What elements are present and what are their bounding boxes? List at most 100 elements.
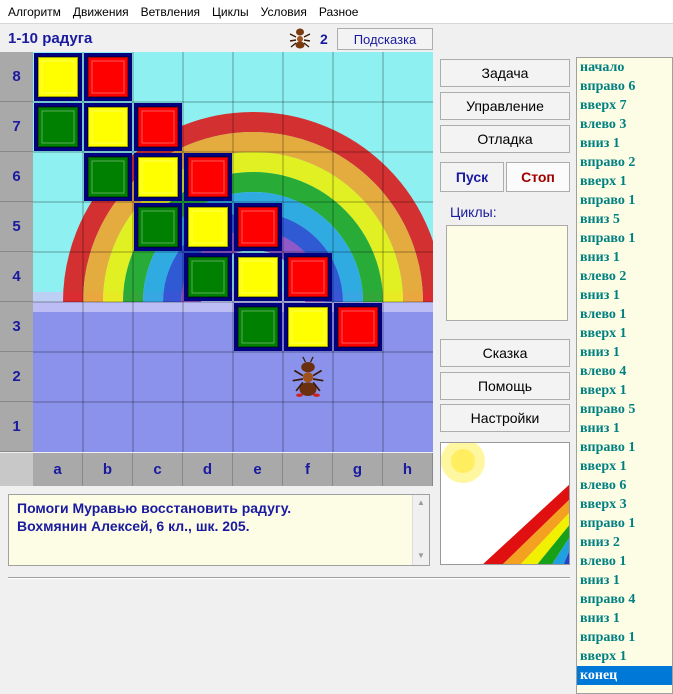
rainbow-preview-drawing: [441, 443, 569, 564]
menu-algorithm[interactable]: Алгоритм: [2, 0, 67, 24]
message-line: Помоги Муравью восстановить радугу.: [17, 500, 292, 516]
program-command[interactable]: вниз 1: [577, 134, 672, 153]
tile-red: [84, 53, 132, 101]
menu-bar: Алгоритм Движения Ветвления Циклы Услови…: [0, 0, 673, 24]
program-command[interactable]: влево 1: [577, 552, 672, 571]
program-command[interactable]: вниз 2: [577, 533, 672, 552]
program-command[interactable]: вправо 2: [577, 153, 672, 172]
tile-green: [184, 253, 232, 301]
program-command[interactable]: вниз 5: [577, 210, 672, 229]
rank-label: 7: [0, 102, 33, 152]
file-label: g: [333, 453, 383, 486]
program-command[interactable]: влево 3: [577, 115, 672, 134]
menu-conditions[interactable]: Условия: [255, 0, 313, 24]
scroll-up-icon[interactable]: ▲: [417, 498, 425, 507]
file-labels: a b c d e f g h: [33, 453, 433, 486]
rank-label: 2: [0, 352, 33, 402]
program-command[interactable]: вправо 1: [577, 229, 672, 248]
hint-button[interactable]: Подсказка: [337, 28, 433, 50]
task-button[interactable]: Задача: [440, 59, 570, 87]
program-command[interactable]: влево 2: [577, 267, 672, 286]
file-label: f: [283, 453, 333, 486]
menu-misc[interactable]: Разное: [313, 0, 365, 24]
menu-movements[interactable]: Движения: [67, 0, 135, 24]
program-command[interactable]: вверх 1: [577, 324, 672, 343]
program-command[interactable]: вправо 1: [577, 438, 672, 457]
program-command[interactable]: вверх 7: [577, 96, 672, 115]
program-command[interactable]: вниз 1: [577, 419, 672, 438]
ant-count: 2: [320, 31, 328, 47]
tile-red: [134, 103, 182, 151]
menu-cycles[interactable]: Циклы: [206, 0, 255, 24]
rainbow-preview-image: [440, 442, 570, 565]
program-command[interactable]: вправо 1: [577, 628, 672, 647]
task-title: 1-10 радуга: [8, 30, 93, 47]
file-label: d: [183, 453, 233, 486]
rank-label: 4: [0, 252, 33, 302]
tile-green: [234, 303, 282, 351]
message-scrollbar[interactable]: ▲ ▼: [412, 495, 429, 565]
program-command[interactable]: вправо 6: [577, 77, 672, 96]
stop-button[interactable]: Стоп: [506, 162, 570, 192]
program-command[interactable]: влево 4: [577, 362, 672, 381]
program-command[interactable]: вверх 1: [577, 381, 672, 400]
rank-labels: 8 7 6 5 4 3 2 1: [0, 52, 33, 452]
program-command[interactable]: влево 6: [577, 476, 672, 495]
cycles-label: Циклы:: [450, 204, 497, 220]
separator: [8, 577, 570, 579]
program-command[interactable]: вправо 1: [577, 191, 672, 210]
message-box[interactable]: Помоги Муравью восстановить радугу. Вохм…: [8, 494, 430, 566]
run-button[interactable]: Пуск: [440, 162, 504, 192]
program-list[interactable]: начало вправо 6 вверх 7 влево 3 вниз 1 вправо…: [576, 57, 673, 694]
tile-red: [334, 303, 382, 351]
rank-label: 5: [0, 202, 33, 252]
program-command[interactable]: конец: [577, 666, 672, 685]
tile-red: [184, 153, 232, 201]
tile-green: [134, 203, 182, 251]
cycles-box[interactable]: [446, 225, 568, 321]
file-label: e: [233, 453, 283, 486]
scroll-down-icon[interactable]: ▼: [417, 551, 425, 560]
ant-icon: [289, 28, 311, 49]
program-command[interactable]: вниз 1: [577, 571, 672, 590]
control-button[interactable]: Управление: [440, 92, 570, 120]
file-label: a: [33, 453, 83, 486]
game-field: 8 7 6 5 4 3 2 1 a b c d e f g h: [0, 52, 434, 488]
board-canvas: [33, 52, 433, 452]
program-command[interactable]: вверх 1: [577, 457, 672, 476]
tile-yellow: [234, 253, 282, 301]
program-command[interactable]: вправо 1: [577, 514, 672, 533]
program-command[interactable]: вверх 3: [577, 495, 672, 514]
rank-label: 1: [0, 402, 33, 452]
program-command[interactable]: вниз 1: [577, 609, 672, 628]
help-button[interactable]: Помощь: [440, 372, 570, 400]
tile-yellow: [184, 203, 232, 251]
tile-green: [84, 153, 132, 201]
program-command[interactable]: вправо 5: [577, 400, 672, 419]
program-command[interactable]: вниз 1: [577, 343, 672, 362]
tale-button[interactable]: Сказка: [440, 339, 570, 367]
program-command[interactable]: вниз 1: [577, 286, 672, 305]
message-line: Вохмянин Алексей, 6 кл., шк. 205.: [17, 518, 250, 534]
program-command[interactable]: вверх 1: [577, 172, 672, 191]
tile-red: [284, 253, 332, 301]
tile-yellow: [84, 103, 132, 151]
debug-button[interactable]: Отладка: [440, 125, 570, 153]
program-command[interactable]: вверх 1: [577, 647, 672, 666]
board-corner: [0, 453, 33, 486]
tile-yellow: [34, 53, 82, 101]
settings-button[interactable]: Настройки: [440, 404, 570, 432]
tile-green: [34, 103, 82, 151]
rank-label: 3: [0, 302, 33, 352]
rank-label: 8: [0, 52, 33, 102]
file-label: b: [83, 453, 133, 486]
tile-red: [234, 203, 282, 251]
rank-label: 6: [0, 152, 33, 202]
program-command[interactable]: вправо 4: [577, 590, 672, 609]
board[interactable]: [33, 52, 433, 452]
tile-yellow: [284, 303, 332, 351]
program-command[interactable]: вниз 1: [577, 248, 672, 267]
menu-branching[interactable]: Ветвления: [135, 0, 206, 24]
program-command[interactable]: влево 1: [577, 305, 672, 324]
program-command[interactable]: начало: [577, 58, 672, 77]
